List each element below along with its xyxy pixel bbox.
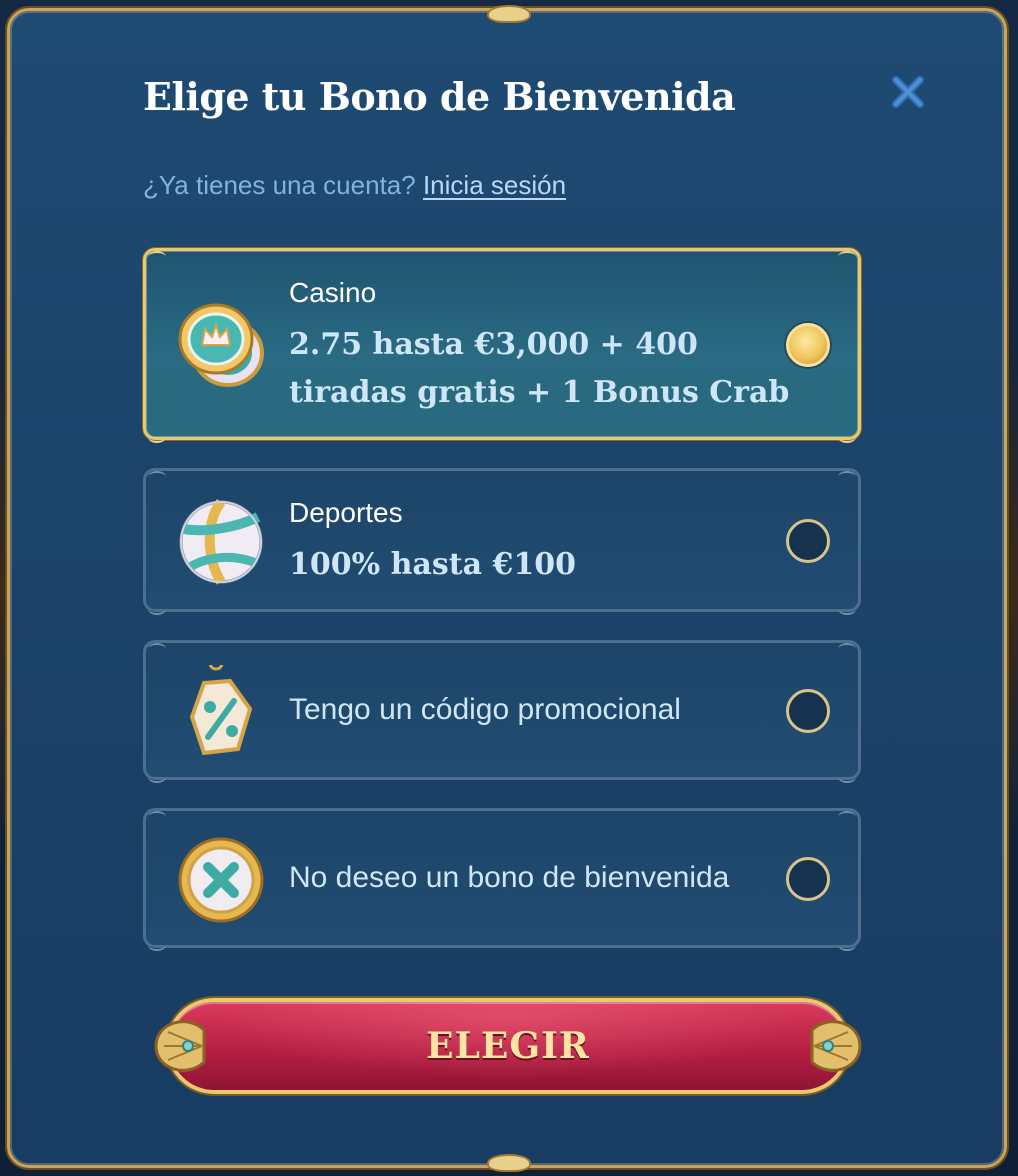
frame-corner — [838, 603, 856, 615]
option-description-line: tiradas gratis + 1 Bonus Crab — [289, 375, 790, 410]
promo-tag-icon — [189, 665, 253, 755]
bonus-option-casino[interactable]: Casino 2.75 hasta €3,000 + 400 tiradas g… — [143, 248, 861, 443]
no-bonus-x-icon — [178, 837, 264, 923]
option-label: No deseo un bono de bienvenida — [289, 861, 730, 894]
frame-corner — [838, 811, 856, 823]
frame-corner — [838, 939, 856, 951]
volleyball-icon — [179, 499, 263, 585]
frame-corner — [148, 811, 166, 823]
close-button[interactable] — [888, 72, 928, 112]
bonus-option-promo-code[interactable]: Tengo un código promocional — [143, 640, 861, 783]
shell-ornament-icon — [154, 1020, 206, 1072]
frame-corner — [148, 939, 166, 951]
frame-corner — [838, 771, 856, 783]
modal-top-ornament — [487, 5, 531, 23]
bonus-option-no-bonus[interactable]: No deseo un bono de bienvenida — [143, 808, 861, 951]
frame-corner — [838, 643, 856, 655]
option-text: Casino 2.75 hasta €3,000 + 400 tiradas g… — [289, 277, 789, 417]
frame-corner — [148, 471, 166, 483]
submit-area: ELEGIR — [148, 992, 868, 1102]
option-label: Deportes — [289, 497, 403, 528]
modal-bottom-ornament — [487, 1154, 531, 1172]
frame-corner — [148, 251, 166, 263]
frame-corner — [148, 643, 166, 655]
option-description-line: 2.75 hasta €3,000 + 400 — [289, 327, 698, 362]
frame-corner — [838, 471, 856, 483]
option-text: No deseo un bono de bienvenida — [289, 861, 729, 895]
login-prompt-text: ¿Ya tienes una cuenta? — [143, 170, 416, 200]
login-link[interactable]: Inicia sesión — [423, 170, 566, 200]
frame-corner — [838, 251, 856, 263]
bonus-option-deportes[interactable]: Deportes 100% hasta €100 — [143, 468, 861, 615]
frame-corner — [838, 431, 856, 443]
close-icon — [892, 76, 924, 108]
radio-no-bonus[interactable] — [786, 857, 830, 901]
frame-corner — [148, 771, 166, 783]
option-label: Tengo un código promocional — [289, 693, 681, 726]
frame-corner — [148, 603, 166, 615]
option-label: Casino — [289, 277, 377, 308]
option-description: 100% hasta €100 — [289, 541, 576, 589]
frame-corner — [148, 431, 166, 443]
login-prompt-line: ¿Ya tienes una cuenta? Inicia sesión — [143, 170, 566, 201]
elegir-button-label: ELEGIR — [426, 1025, 590, 1067]
radio-casino[interactable] — [786, 323, 830, 367]
modal-title: Elige tu Bono de Bienvenida — [143, 74, 736, 119]
radio-deportes[interactable] — [786, 519, 830, 563]
option-text: Deportes 100% hasta €100 — [289, 497, 576, 589]
radio-promo-code[interactable] — [786, 689, 830, 733]
option-description-line: 100% hasta €100 — [289, 547, 576, 582]
shell-ornament-icon — [810, 1020, 862, 1072]
casino-chips-icon — [178, 303, 264, 387]
option-text: Tengo un código promocional — [289, 693, 681, 727]
elegir-button[interactable]: ELEGIR — [166, 998, 850, 1094]
option-description: 2.75 hasta €3,000 + 400 tiradas gratis +… — [289, 321, 789, 417]
